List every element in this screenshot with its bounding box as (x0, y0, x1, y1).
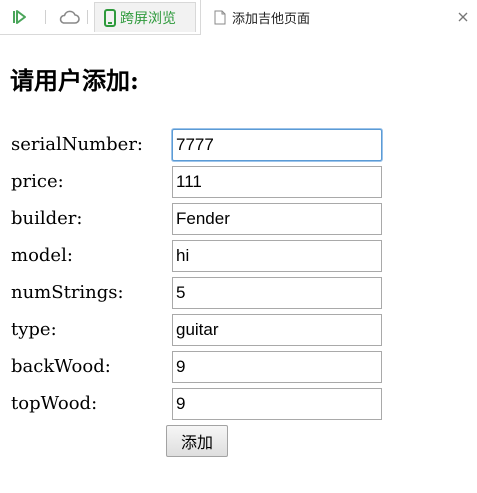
type-input[interactable] (172, 314, 382, 346)
num-strings-input[interactable] (172, 277, 382, 309)
tab-label: 添加吉他页面 (232, 12, 311, 27)
form-row-back-wood: backWood: (0, 351, 477, 388)
form-row-builder: builder: (0, 203, 477, 240)
field-label: price: (11, 171, 64, 192)
form-row-type: type: (0, 314, 477, 351)
tab-add-guitar-page[interactable]: 添加吉他页面 (200, 0, 477, 35)
field-label: topWood: (11, 393, 98, 414)
field-label: type: (11, 319, 57, 340)
serial-number-input[interactable] (172, 129, 382, 161)
phone-icon (104, 8, 116, 27)
form-row-price: price: (0, 166, 477, 203)
cloud-icon (59, 10, 80, 24)
form-row-num-strings: numStrings: (0, 277, 477, 314)
field-label: numStrings: (11, 282, 124, 303)
model-input[interactable] (172, 240, 382, 272)
top-wood-input[interactable] (172, 388, 382, 420)
field-label: builder: (11, 208, 83, 229)
field-label: model: (11, 245, 73, 266)
sidebar-expand-icon (13, 10, 26, 24)
add-submit-button[interactable]: 添加 (166, 425, 228, 457)
sidebar-toggle-button[interactable] (7, 5, 31, 29)
cloud-button[interactable] (57, 5, 81, 29)
price-input[interactable] (172, 166, 382, 198)
field-label: backWood: (11, 356, 111, 377)
tab-close-button[interactable] (456, 10, 470, 24)
page-title: 请用户添加: (10, 66, 139, 95)
tab-label: 跨屏浏览 (120, 10, 176, 27)
toolbar-divider (45, 10, 46, 24)
form-row-serial-number: serialNumber: (0, 129, 477, 166)
form-row-top-wood: topWood: (0, 388, 477, 425)
tab-cross-screen-browse[interactable]: 跨屏浏览 (94, 2, 196, 32)
builder-input[interactable] (172, 203, 382, 235)
field-label: serialNumber: (11, 134, 143, 155)
toolbar-divider (87, 10, 88, 24)
page-icon (214, 10, 226, 25)
browser-tab-bar: 跨屏浏览 添加吉他页面 (0, 0, 477, 35)
form-row-model: model: (0, 240, 477, 277)
back-wood-input[interactable] (172, 351, 382, 383)
close-icon (458, 12, 468, 22)
